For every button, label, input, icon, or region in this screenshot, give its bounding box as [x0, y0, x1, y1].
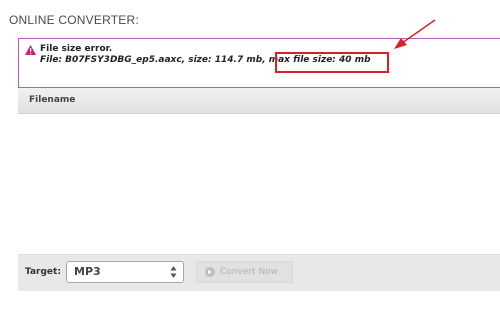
- target-format-select[interactable]: MP3: [66, 261, 184, 283]
- convert-icon: [205, 267, 215, 277]
- file-table-header: Filename: [18, 88, 500, 114]
- target-format-value: MP3: [74, 265, 101, 278]
- error-title: File size error.: [40, 44, 113, 54]
- target-label: Target:: [25, 267, 61, 277]
- select-updown-icon: [170, 266, 177, 278]
- converter-toolbar: Target: MP3 Convert Now: [18, 254, 500, 291]
- file-list-area[interactable]: [18, 114, 500, 254]
- annotation-highlight-box: [275, 52, 389, 73]
- convert-now-button[interactable]: Convert Now: [196, 261, 293, 283]
- file-list-panel: Filename: [18, 88, 500, 254]
- filename-column-header[interactable]: Filename: [29, 95, 75, 105]
- warning-icon: [25, 45, 36, 55]
- error-detail-file: File: B07FSY3DBG_ep5.aaxc, size: 114.7 m…: [40, 55, 263, 65]
- annotation-arrow-icon: [394, 19, 436, 49]
- convert-now-label: Convert Now: [220, 267, 279, 277]
- section-title: ONLINE CONVERTER:: [9, 13, 139, 27]
